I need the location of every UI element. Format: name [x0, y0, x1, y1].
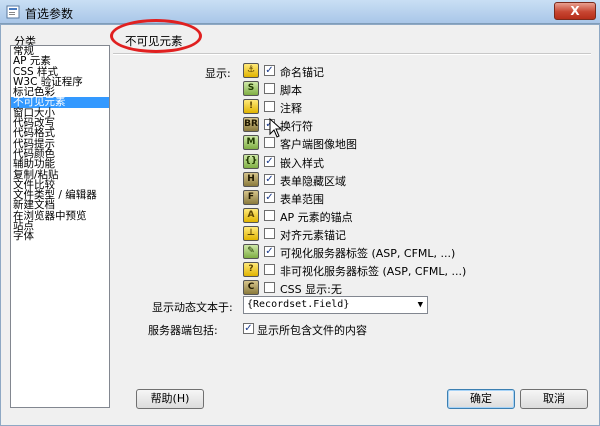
app-icon	[6, 5, 20, 19]
option-label: 客户端图像地图	[280, 138, 357, 152]
option-label: 非可视化服务器标签 (ASP, CFML, ...)	[280, 265, 467, 279]
visual-server-tag-icon: ✎	[243, 244, 259, 259]
mouse-cursor-icon	[269, 118, 283, 138]
server-include-checkbox[interactable]: ✓	[243, 323, 254, 334]
image-map-icon: M	[243, 135, 259, 151]
close-button[interactable]: X	[554, 2, 596, 20]
option-label: 嵌入样式	[280, 156, 324, 170]
option-label: AP 元素的锚点	[280, 210, 353, 224]
server-include-label: 服务器端包括:	[148, 324, 218, 337]
script-icon: S	[243, 81, 259, 97]
nonvisual-server-tag-icon: ?	[243, 262, 259, 278]
option-checkbox[interactable]	[264, 83, 275, 95]
dynamic-text-select[interactable]: {Recordset.Field} ▼	[243, 296, 428, 314]
option-checkbox[interactable]	[264, 264, 275, 276]
option-checkbox[interactable]	[264, 227, 275, 239]
ok-button[interactable]: 确定	[447, 389, 515, 409]
option-checkbox[interactable]: ✓	[264, 173, 275, 185]
show-label: 显示:	[205, 67, 231, 80]
annotation-circle	[110, 19, 202, 53]
line-break-icon: BR	[243, 117, 259, 133]
option-label: CSS 显示:无	[280, 283, 342, 297]
category-list[interactable]: 常规 AP 元素 CSS 样式 W3C 验证程序 标记色彩 不可见元素 窗口大小 代码改写 代码…	[10, 45, 110, 408]
dynamic-text-value: {Recordset.Field}	[247, 299, 350, 310]
option-checkbox[interactable]	[264, 101, 275, 113]
ap-anchor-icon: A	[243, 207, 259, 223]
section-divider	[113, 53, 591, 55]
anchor-icon: ⚓	[243, 63, 259, 78]
category-item[interactable]: 字体	[11, 231, 109, 242]
option-label: 表单隐藏区域	[280, 174, 346, 188]
cancel-button[interactable]: 取消	[520, 389, 588, 409]
comment-icon: !	[243, 99, 259, 115]
option-label: 命名锚记	[280, 66, 324, 79]
option-checkbox[interactable]: ✓	[264, 65, 275, 76]
embedded-style-icon: {}	[243, 153, 259, 169]
window-title: 首选参数	[25, 7, 74, 21]
option-checkbox[interactable]: ✓	[264, 155, 275, 167]
option-label: 脚本	[280, 84, 302, 98]
option-checkbox[interactable]: ✓	[264, 191, 275, 203]
option-label: 注释	[280, 102, 302, 116]
form-icon: F	[243, 189, 259, 205]
option-checkbox[interactable]	[264, 282, 275, 294]
server-include-text: 显示所包含文件的内容	[257, 324, 367, 337]
option-label: 可视化服务器标签 (ASP, CFML, ...)	[280, 247, 456, 260]
option-label: 表单范围	[280, 192, 324, 206]
option-label: 对齐元素锚记	[280, 228, 346, 242]
close-icon: X	[570, 4, 580, 18]
title-bar: 首选参数 X	[0, 0, 600, 24]
help-button[interactable]: 帮助(H)	[136, 389, 204, 409]
chevron-down-icon: ▼	[417, 300, 423, 310]
align-anchor-icon: ⊥	[243, 225, 259, 241]
option-label: 换行符	[280, 120, 313, 134]
option-checkbox[interactable]: ✓	[264, 246, 275, 257]
css-display-none-icon: C	[243, 280, 259, 296]
option-checkbox[interactable]	[264, 209, 275, 221]
option-checkbox[interactable]	[264, 137, 275, 149]
dynamic-text-label: 显示动态文本于:	[152, 301, 233, 314]
hidden-field-icon: H	[243, 171, 259, 187]
